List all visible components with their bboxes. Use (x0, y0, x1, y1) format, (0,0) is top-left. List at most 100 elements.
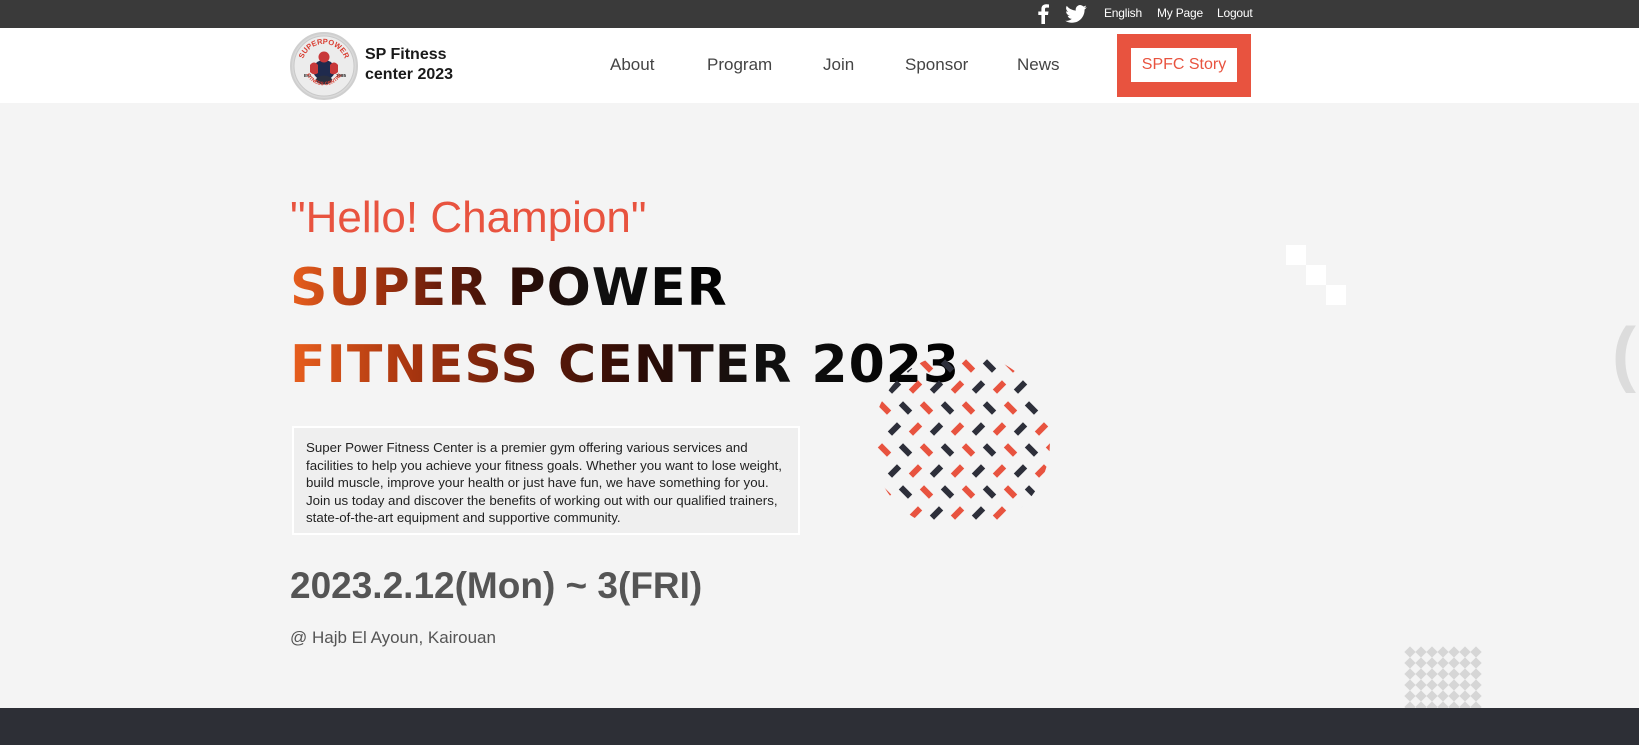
diamond-cell (1415, 657, 1427, 669)
diamond-cell (1426, 679, 1438, 691)
diamond-cell (1470, 690, 1482, 702)
pattern-dash (877, 401, 892, 415)
diamond-cell (1437, 657, 1449, 669)
diamond-cell (1470, 679, 1482, 691)
facebook-icon[interactable] (1034, 3, 1052, 25)
diamond-cell (1404, 679, 1416, 691)
pattern-dash (1013, 422, 1028, 436)
diamond-cell (1470, 657, 1482, 669)
hero-section: "Hello! Champion" SUPER POWER FITNESS CE… (0, 103, 1639, 724)
pattern-dash (908, 506, 923, 520)
pattern-dash (929, 506, 944, 520)
spfc-story-button[interactable]: SPFC Story (1131, 48, 1237, 82)
diamond-cell (1404, 690, 1416, 702)
nav-news[interactable]: News (1017, 55, 1060, 75)
nav-program[interactable]: Program (707, 55, 772, 75)
language-link[interactable]: English (1104, 6, 1142, 20)
dash-pattern-circle (872, 353, 1050, 531)
pattern-dash (1045, 401, 1050, 415)
pattern-dash (950, 422, 965, 436)
pattern-dash (982, 485, 997, 499)
nav-about[interactable]: About (610, 55, 654, 75)
diamond-cell (1426, 668, 1438, 680)
logout-link[interactable]: Logout (1217, 6, 1253, 20)
pattern-dash (982, 443, 997, 457)
pattern-dash (1003, 401, 1018, 415)
diamond-cell (1415, 690, 1427, 702)
pattern-dash (1045, 443, 1050, 457)
pattern-dash (992, 380, 1007, 394)
pattern-dash (992, 422, 1007, 436)
diamond-cell (1448, 668, 1460, 680)
pattern-dash (992, 464, 1007, 478)
pattern-dash (950, 464, 965, 478)
pattern-dash (929, 464, 944, 478)
pattern-dash (1034, 380, 1049, 394)
diamond-cell (1459, 646, 1471, 658)
diamond-cell (1470, 668, 1482, 680)
pattern-dash (887, 506, 902, 520)
pattern-dash (940, 359, 955, 373)
pattern-dash (919, 443, 934, 457)
diamond-cell (1448, 690, 1460, 702)
diamond-cell (1448, 646, 1460, 658)
pattern-dash (950, 506, 965, 520)
event-location: @ Hajb El Ayoun, Kairouan (290, 628, 496, 647)
event-dates: 2023.2.12(Mon) ~ 3(FRI) (290, 565, 703, 606)
pattern-dash (877, 485, 892, 499)
edge-partial-letter: ( (1612, 314, 1636, 394)
pattern-dash (1024, 485, 1039, 499)
pattern-dash (919, 401, 934, 415)
bottom-dark-band (0, 708, 1639, 745)
diamond-cell (1426, 657, 1438, 669)
pattern-dash (1013, 464, 1028, 478)
brand-name[interactable]: SP Fitness center 2023 (365, 45, 453, 85)
diamond-cell (1459, 668, 1471, 680)
pattern-dash (898, 401, 913, 415)
site-header: SUPERPOWER Est 1985 FITNESS CENTRE SP Fi… (0, 28, 1639, 103)
description-box: Super Power Fitness Center is a premier … (292, 426, 800, 535)
pattern-dash (1045, 485, 1050, 499)
pattern-dash (1034, 464, 1049, 478)
diamond-cell (1459, 657, 1471, 669)
diamond-cell (1437, 690, 1449, 702)
pattern-dash (1003, 485, 1018, 499)
pattern-dash (908, 422, 923, 436)
pattern-dash (929, 422, 944, 436)
brand-line-1: SP Fitness (365, 46, 447, 63)
hero-headline-line-2: FITNESS CENTER 2023 (290, 335, 961, 395)
pattern-dash (971, 380, 986, 394)
nav-join[interactable]: Join (823, 55, 854, 75)
diamond-cell (1426, 646, 1438, 658)
pattern-dash (1024, 401, 1039, 415)
pattern-dash (961, 485, 976, 499)
diamond-cell (1437, 646, 1449, 658)
my-page-link[interactable]: My Page (1157, 6, 1203, 20)
pattern-dash (971, 464, 986, 478)
pattern-dash (992, 506, 1007, 520)
diamond-cell (1437, 679, 1449, 691)
diamond-cell (1404, 657, 1416, 669)
gym-logo[interactable]: SUPERPOWER Est 1985 FITNESS CENTRE (290, 32, 358, 100)
pattern-dash (908, 464, 923, 478)
pattern-dash (1024, 359, 1039, 373)
pattern-dash (940, 485, 955, 499)
pattern-dash (982, 359, 997, 373)
diamond-cell (1426, 690, 1438, 702)
brand-line-2: center 2023 (365, 66, 454, 83)
pattern-dash (908, 380, 923, 394)
nav-sponsor[interactable]: Sponsor (905, 55, 968, 75)
spfc-story-frame: SPFC Story (1117, 34, 1251, 97)
pattern-dash (877, 443, 892, 457)
pattern-dash (971, 422, 986, 436)
pattern-dash (1034, 422, 1049, 436)
pattern-dash (1013, 506, 1028, 520)
pattern-dash (961, 443, 976, 457)
pattern-dash (940, 401, 955, 415)
pattern-dash (1034, 506, 1049, 520)
pattern-dash (940, 443, 955, 457)
top-utility-bar: English My Page Logout (0, 0, 1639, 28)
pattern-dash (1003, 359, 1018, 373)
diamond-cell (1415, 668, 1427, 680)
twitter-icon[interactable] (1064, 3, 1088, 25)
